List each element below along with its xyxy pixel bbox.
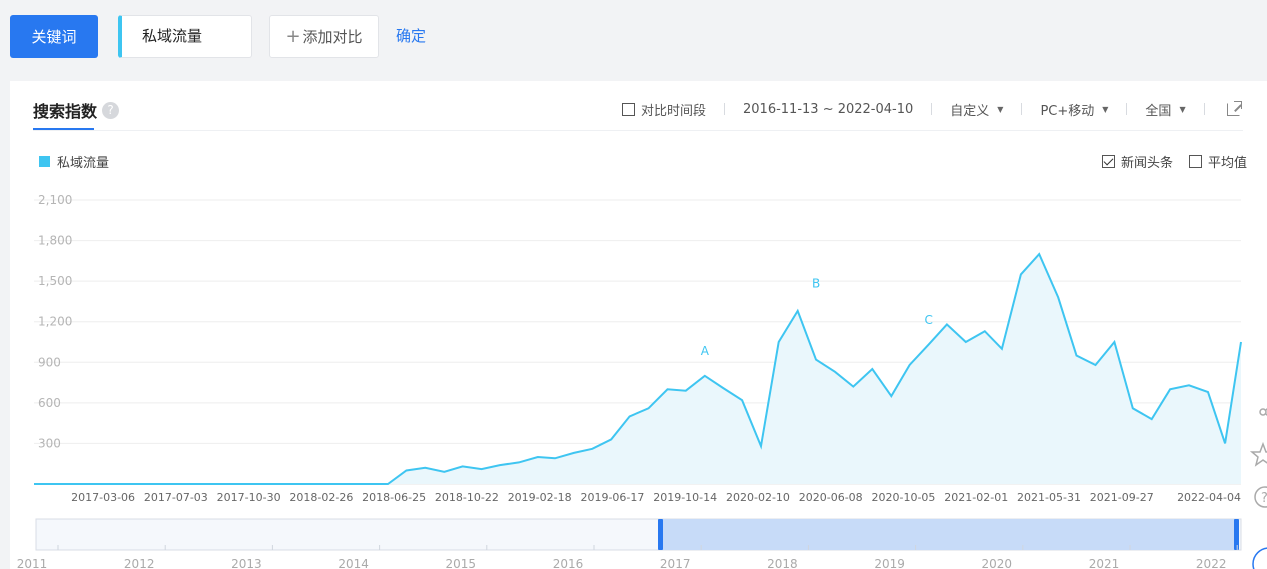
external-link-icon[interactable] — [1226, 100, 1242, 116]
tab-title-label: 搜索指数 — [33, 102, 98, 121]
compare-period-toggle[interactable]: 对比时间段 — [622, 100, 706, 119]
caret-down-icon: ▼ — [1102, 104, 1109, 114]
share-icon[interactable] — [1243, 397, 1267, 427]
divider — [931, 103, 933, 115]
add-compare-button[interactable]: + 添加对比 — [269, 15, 379, 58]
checkbox-icon[interactable] — [1188, 155, 1202, 168]
confirm-link[interactable]: 确定 — [396, 25, 426, 46]
feedback-icon[interactable] — [1243, 538, 1267, 569]
checkbox-icon[interactable] — [1101, 155, 1115, 168]
tab-search-index[interactable]: 搜索指数 ? — [33, 98, 120, 122]
search-index-panel: 搜索指数 ? 对比时间段 2016-11-13 ~ 2022-04-10 自定义… — [10, 81, 1267, 569]
add-compare-label: 添加对比 — [302, 28, 363, 46]
star-icon[interactable] — [1243, 440, 1267, 470]
region-select[interactable]: 全国 ▼ — [1145, 100, 1185, 119]
keyword-input[interactable]: 私域流量 — [118, 15, 252, 58]
average-toggle[interactable]: 平均值 — [1188, 152, 1247, 171]
device-select[interactable]: PC+移动 ▼ — [1040, 100, 1108, 119]
top-toolbar: 关键词 私域流量 + 添加对比 确定 — [0, 0, 1267, 72]
watermark: @百度指数 — [1168, 461, 1229, 475]
keyword-button[interactable]: 关键词 — [10, 15, 98, 58]
plus-icon: + — [285, 26, 301, 47]
filter-bar: 对比时间段 2016-11-13 ~ 2022-04-10 自定义 ▼ PC+移… — [622, 99, 1242, 119]
divider — [1126, 103, 1128, 115]
question-icon[interactable]: ? — [1243, 482, 1267, 512]
divider — [724, 103, 726, 115]
chart-legend[interactable]: 私域流量 — [39, 152, 109, 171]
date-range-picker[interactable]: 2016-11-13 ~ 2022-04-10 — [743, 102, 913, 117]
average-label: 平均值 — [1207, 156, 1247, 171]
news-label: 新闻头条 — [1120, 156, 1173, 171]
compare-period-label: 对比时间段 — [641, 103, 707, 119]
panel-divider — [33, 130, 1243, 131]
legend-label: 私域流量 — [57, 156, 110, 171]
region-label: 全国 — [1145, 103, 1172, 119]
divider — [1021, 103, 1023, 115]
news-toggle[interactable]: 新闻头条 — [1101, 152, 1173, 171]
checkbox-icon[interactable] — [622, 102, 635, 116]
caret-down-icon: ▼ — [1179, 104, 1186, 114]
divider — [1203, 103, 1205, 115]
custom-range-label: 自定义 — [950, 103, 990, 119]
device-label: PC+移动 — [1040, 103, 1095, 119]
chart-options: 新闻头条 平均值 — [1086, 152, 1247, 171]
caret-down-icon: ▼ — [997, 104, 1004, 114]
svg-text:?: ? — [1261, 491, 1267, 506]
custom-range-select[interactable]: 自定义 ▼ — [950, 100, 1003, 119]
help-icon[interactable]: ? — [102, 101, 120, 119]
legend-swatch — [39, 156, 50, 167]
